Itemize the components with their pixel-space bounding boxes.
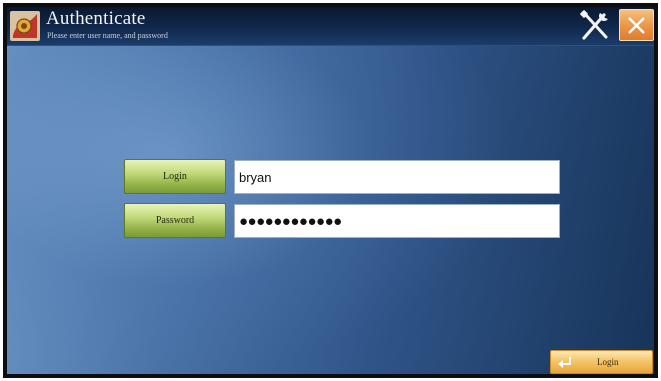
password-field[interactable]: ●●●●●●●●●●●● [234,204,560,238]
window-title: Authenticate [46,8,146,29]
login-button-label: Login [597,357,619,367]
close-x-icon [628,17,645,34]
close-button[interactable] [619,9,654,41]
login-button[interactable]: Login [550,350,653,374]
title-bar: Authenticate Please enter user name, and… [7,7,654,46]
window-subtitle: Please enter user name, and password [47,31,168,40]
wrench-screwdriver-icon[interactable] [577,9,613,42]
enter-arrow-icon [558,357,571,368]
password-label-button[interactable]: Password [124,203,226,238]
app-logo-icon [10,11,40,41]
login-label-button[interactable]: Login [124,159,226,194]
app-window: Authenticate Please enter user name, and… [3,3,658,378]
username-field[interactable]: bryan [234,160,560,194]
